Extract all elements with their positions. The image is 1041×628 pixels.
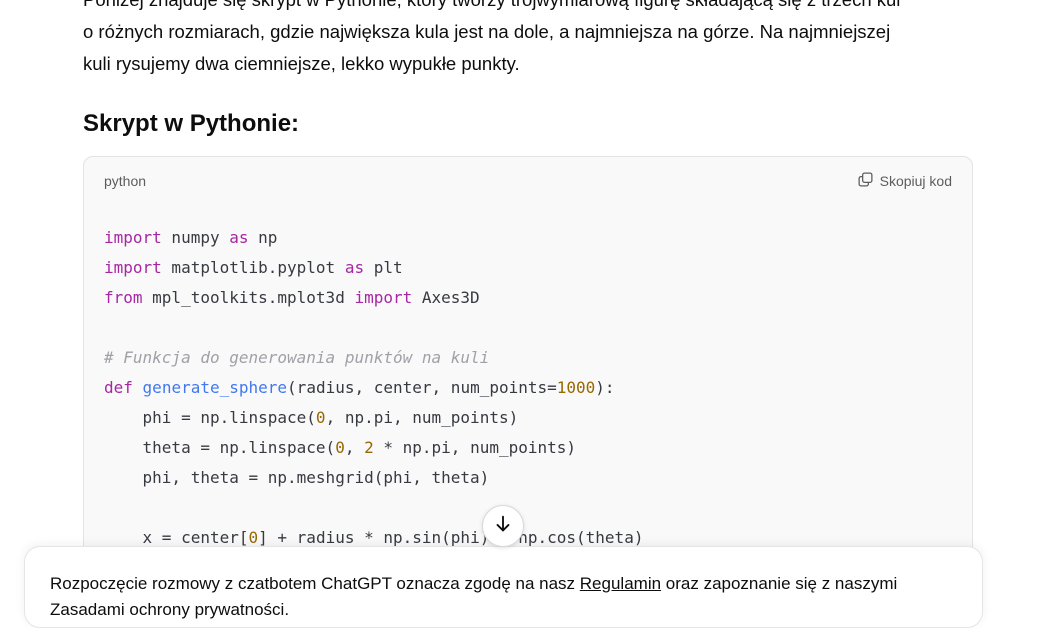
code-line: import numpy as np [104, 223, 643, 253]
consent-text-before: Rozpoczęcie rozmowy z czatbotem ChatGPT … [50, 574, 580, 593]
code-content[interactable]: import numpy as np import matplotlib.pypl… [104, 223, 643, 553]
code-token: phi = np.linspace( [104, 408, 316, 427]
code-token: 0 [335, 438, 345, 457]
code-token: import [104, 228, 162, 247]
code-token: , [344, 438, 365, 457]
code-token: , np.pi, num_points) [325, 408, 519, 427]
code-line: phi = np.linspace(0, np.pi, num_points) [104, 403, 643, 433]
code-token: * np.pi, num_points) [373, 438, 577, 457]
code-token: as [229, 228, 249, 247]
arrow-down-icon [492, 513, 514, 540]
consent-banner: Rozpoczęcie rozmowy z czatbotem ChatGPT … [24, 546, 983, 628]
code-token: ] + radius * np.sin(phi) * np.cos(theta) [258, 528, 644, 547]
scroll-to-bottom-button[interactable] [482, 505, 524, 547]
code-block-header: python Skopiuj kod [84, 157, 972, 205]
code-token: numpy [161, 228, 230, 247]
code-token: 1000 [556, 378, 596, 397]
code-token: plt [364, 258, 403, 277]
code-token: generate_sphere [142, 378, 288, 397]
code-line: def generate_sphere(radius, center, num_… [104, 373, 643, 403]
code-token: mpl_toolkits.mplot3d [142, 288, 355, 307]
code-line: # Funkcja do generowania punktów na kuli [104, 343, 643, 373]
code-token: phi, theta = np.meshgrid(phi, theta) [104, 468, 490, 487]
code-token: ): [595, 378, 615, 397]
code-line: import matplotlib.pyplot as plt [104, 253, 643, 283]
code-token: import [104, 258, 162, 277]
code-token: Axes3D [412, 288, 480, 307]
code-token: as [344, 258, 365, 277]
code-token: def [104, 378, 133, 397]
copy-code-label: Skopiuj kod [879, 173, 952, 189]
code-line: from mpl_toolkits.mplot3d import Axes3D [104, 283, 643, 313]
code-token: x = center[ [104, 528, 249, 547]
code-token: matplotlib.pyplot [161, 258, 345, 277]
code-token: import [354, 288, 413, 307]
consent-text-after: oraz zapoznanie się z naszymi [661, 574, 898, 593]
code-language-label: python [104, 173, 147, 189]
section-heading: Skrypt w Pythonie: [83, 110, 300, 137]
code-token: np [248, 228, 278, 247]
consent-text: Rozpoczęcie rozmowy z czatbotem ChatGPT … [50, 571, 950, 623]
terms-link[interactable]: Regulamin [580, 574, 661, 593]
code-line: theta = np.linspace(0, 2 * np.pi, num_po… [104, 433, 643, 463]
prose-line-2: kuli rysujemy dwa ciemniejsze, lekko wyp… [83, 53, 520, 74]
code-token: theta = np.linspace( [104, 438, 336, 457]
response-prose: Poniżej znajduje się skrypt w Pythonie, … [83, 0, 953, 80]
prose-line-1: o różnych rozmiarach, gdzie największa k… [83, 21, 891, 42]
consent-text-line-2: Zasadami ochrony prywatności. [50, 600, 290, 619]
code-token: 2 [364, 438, 374, 457]
code-token: # Funkcja do generowania punktów na kuli [104, 348, 490, 367]
code-token: (radius, center, num_points= [287, 378, 557, 397]
copy-icon [857, 171, 874, 191]
code-token: 0 [315, 408, 326, 427]
prose-line-cut: Poniżej znajduje się skrypt w Pythonie, … [83, 0, 953, 16]
code-line: phi, theta = np.meshgrid(phi, theta) [104, 463, 643, 493]
copy-code-button[interactable]: Skopiuj kod [857, 171, 952, 191]
code-token: 0 [248, 528, 259, 547]
code-token: from [104, 288, 143, 307]
